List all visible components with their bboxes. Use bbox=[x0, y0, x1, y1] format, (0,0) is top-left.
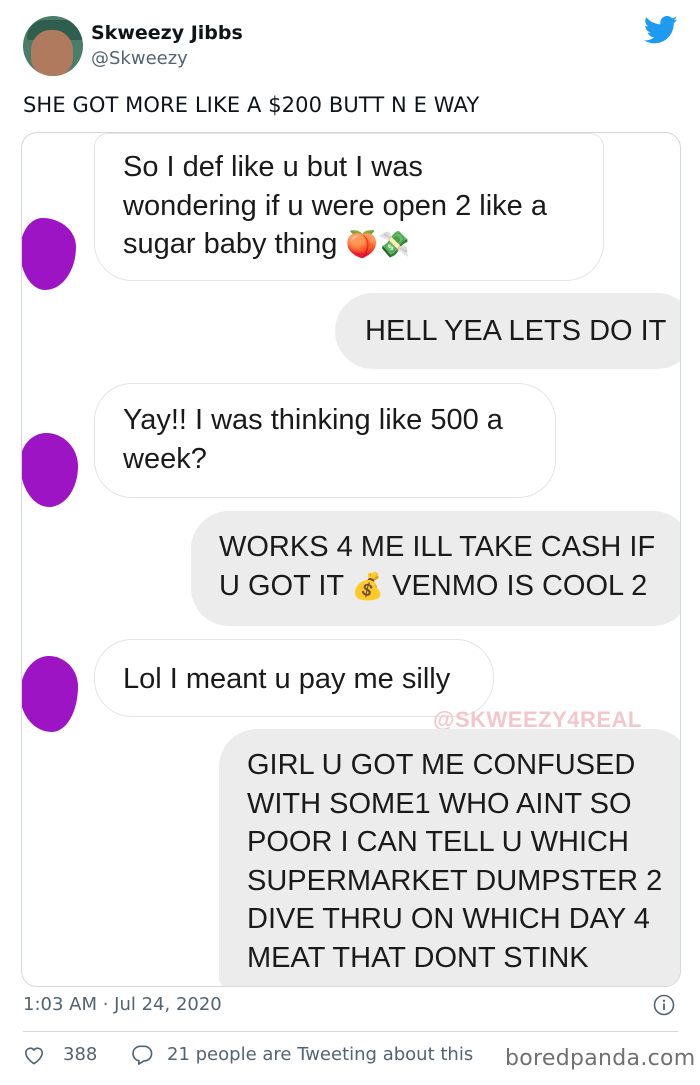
like-button[interactable]: 388 bbox=[23, 1044, 97, 1065]
message-text: sugar baby thing bbox=[123, 228, 338, 260]
message-line: POOR I CAN TELL U WHICH bbox=[247, 826, 629, 858]
avatar[interactable] bbox=[23, 16, 83, 76]
tweet-timestamp[interactable]: 1:03 AM · Jul 24, 2020 bbox=[23, 994, 222, 1015]
footer-divider bbox=[23, 1031, 678, 1032]
message-line: SUPERMARKET DUMPSTER 2 bbox=[247, 864, 663, 897]
message-bubble-incoming: So I def like u but I was wondering if u… bbox=[94, 133, 604, 281]
message-line: DIVE THRU ON WHICH DAY 4 bbox=[247, 903, 650, 935]
tweet-header: Skweezy Jibbs @Skweezy bbox=[0, 0, 700, 90]
message-line: WORKS 4 ME ILL TAKE CASH IF bbox=[219, 531, 656, 563]
avatar-face bbox=[31, 30, 73, 76]
message-text: VENMO IS COOL 2 bbox=[392, 569, 648, 602]
message-line: WITH SOME1 WHO AINT SO bbox=[247, 787, 632, 820]
message-line: Lol I meant u pay me silly bbox=[123, 663, 451, 695]
tweet-text: SHE GOT MORE LIKE A $200 BUTT N E WAY bbox=[23, 93, 480, 117]
user-handle[interactable]: @Skweezy bbox=[91, 48, 188, 69]
twitter-bird-icon[interactable] bbox=[644, 15, 678, 45]
speech-bubble-icon bbox=[132, 1045, 153, 1065]
conversation-link[interactable]: 21 people are Tweeting about this bbox=[131, 1044, 473, 1065]
money-wings-emoji: 💸 bbox=[377, 230, 411, 260]
message-line: U GOT IT 💰 VENMO IS COOL 2 bbox=[219, 567, 680, 607]
message-line: So I def like u but I was bbox=[123, 151, 423, 183]
display-name[interactable]: Skweezy Jibbs bbox=[91, 22, 243, 44]
info-icon[interactable] bbox=[653, 994, 675, 1016]
redacted-avatar-2 bbox=[22, 433, 78, 507]
message-line: HELL YEA LETS DO IT bbox=[365, 315, 667, 347]
message-bubble-outgoing: HELL YEA LETS DO IT bbox=[335, 293, 680, 369]
money-bag-emoji: 💰 bbox=[351, 571, 385, 602]
peach-emoji: 🍑 bbox=[345, 230, 378, 260]
message-line: wondering if u were open 2 like a bbox=[123, 189, 547, 222]
source-watermark: boredpanda.com bbox=[505, 1046, 696, 1071]
heart-icon bbox=[25, 1046, 43, 1064]
message-line: sugar baby thing 🍑💸 bbox=[123, 225, 603, 265]
message-bubble-outgoing: GIRL U GOT ME CONFUSED WITH SOME1 WHO AI… bbox=[219, 729, 680, 986]
redacted-avatar-1 bbox=[22, 218, 76, 290]
like-count: 388 bbox=[63, 1044, 98, 1065]
message-bubble-outgoing: WORKS 4 ME ILL TAKE CASH IF U GOT IT 💰 V… bbox=[191, 511, 680, 626]
message-line: MEAT THAT DONT STINK bbox=[247, 941, 589, 974]
redacted-avatar-3 bbox=[22, 656, 78, 732]
conversation-text: 21 people are Tweeting about this bbox=[167, 1044, 474, 1065]
message-bubble-incoming: Lol I meant u pay me silly bbox=[94, 639, 494, 717]
message-bubble-incoming: Yay!! I was thinking like 500 a week? bbox=[94, 383, 556, 498]
tweet-media-screenshot[interactable]: So I def like u but I was wondering if u… bbox=[21, 132, 681, 987]
message-line: week? bbox=[123, 442, 207, 475]
message-line: Yay!! I was thinking like 500 a bbox=[123, 404, 503, 436]
message-line: GIRL U GOT ME CONFUSED bbox=[247, 749, 636, 781]
message-text: U GOT IT bbox=[219, 569, 344, 602]
